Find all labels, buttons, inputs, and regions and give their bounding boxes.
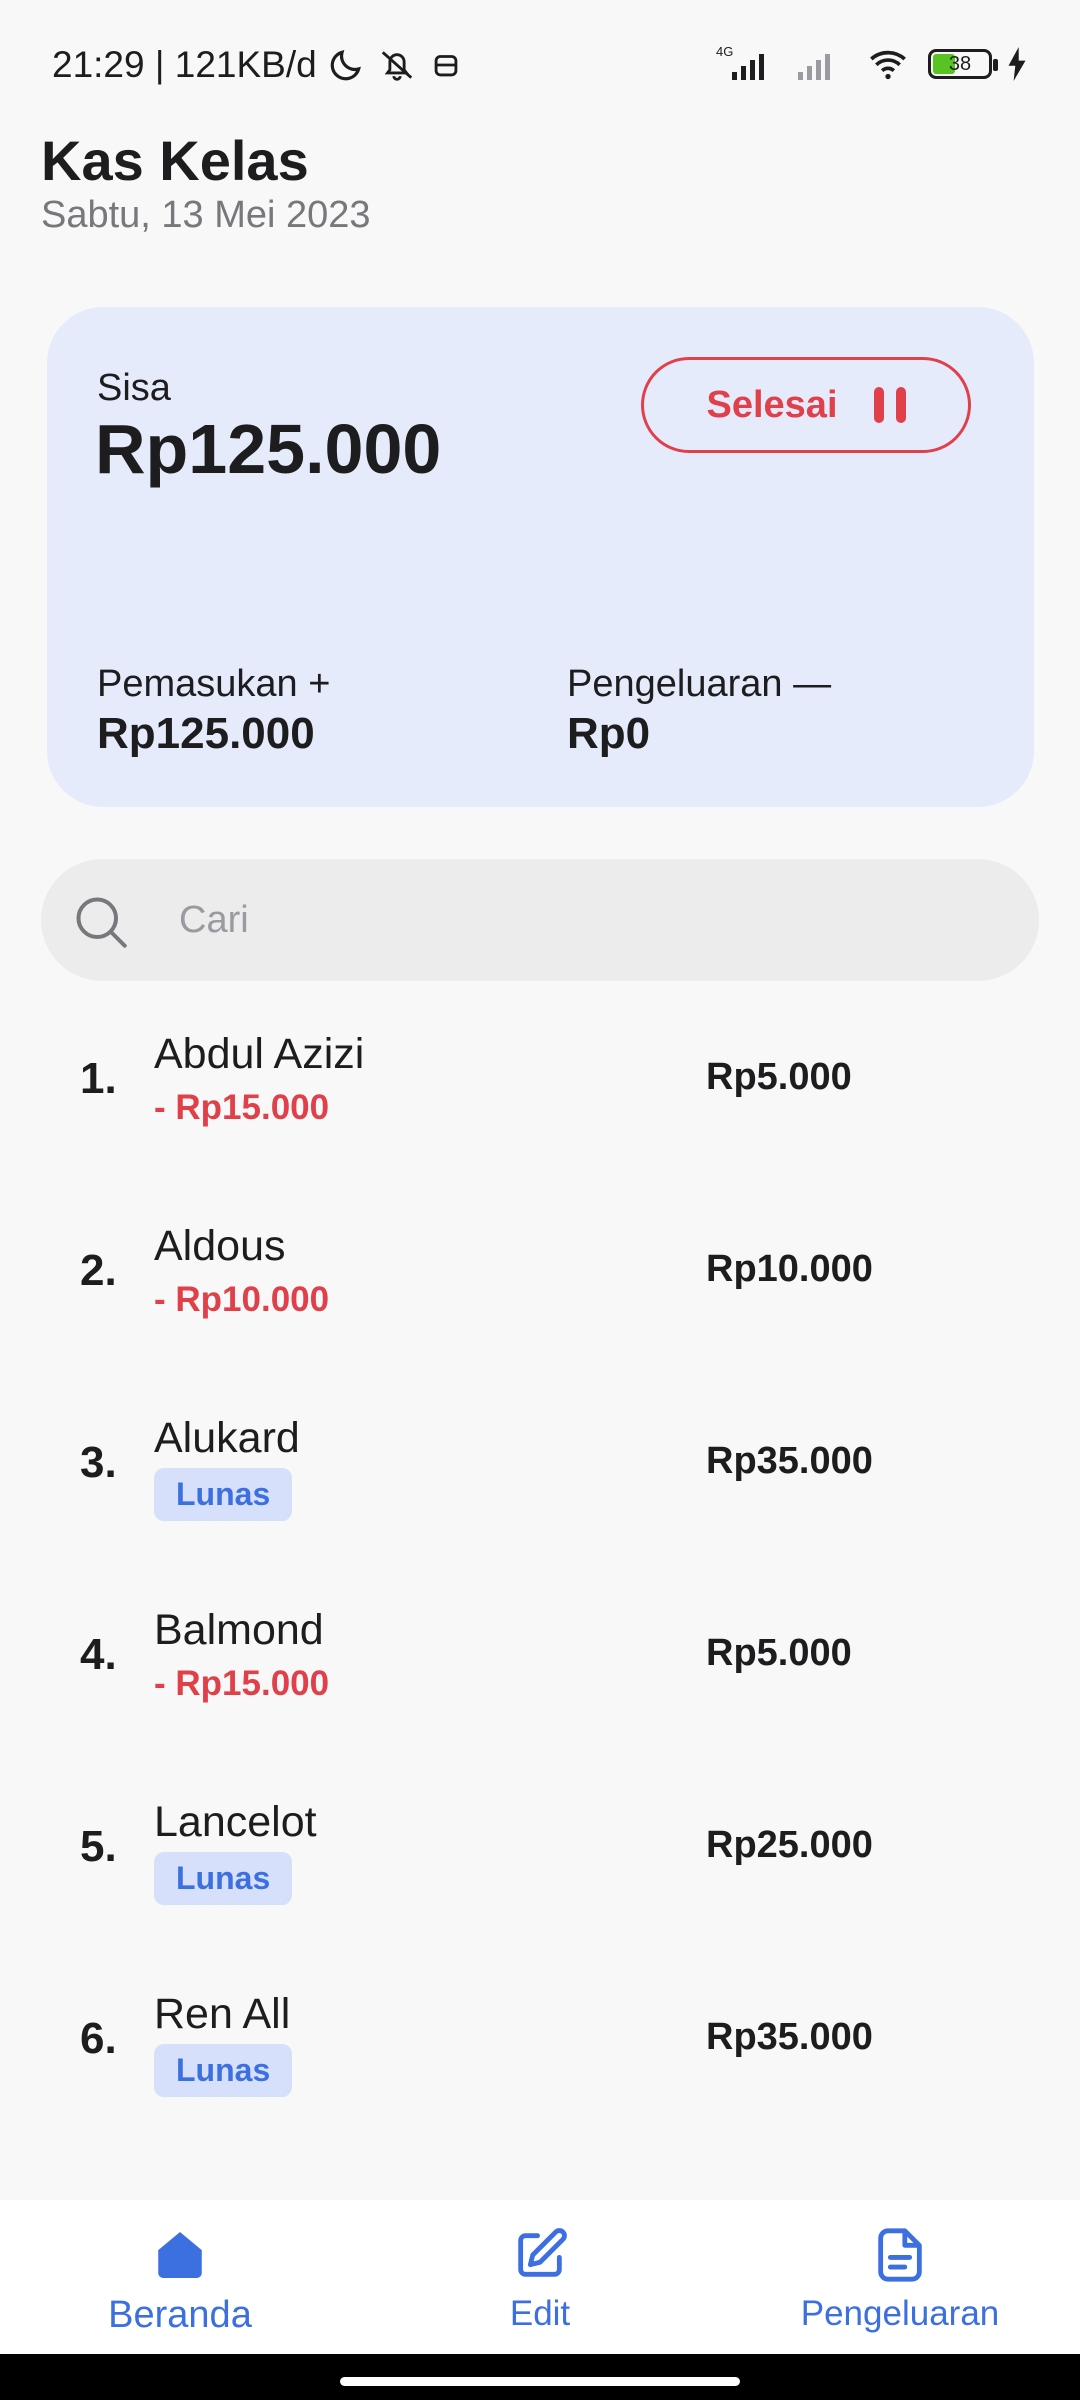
svg-text:4G: 4G: [716, 44, 733, 59]
member-list: 1. Abdul Azizi - Rp15.000 Rp5.000 2. Ald…: [0, 1010, 1080, 2200]
search-bar[interactable]: [41, 859, 1039, 981]
list-item-due: - Rp15.000: [154, 1664, 330, 1703]
wifi-icon: [870, 50, 906, 80]
home-gesture-bar[interactable]: [340, 2377, 740, 2386]
status-bar: 21:29 | 121KB/d 4G 38: [0, 0, 1080, 130]
list-item-name: Ren All: [154, 1990, 291, 2038]
expense-label: Pengeluaran —: [567, 663, 832, 705]
balance-card: Sisa Rp125.000 Selesai Pemasukan + Rp125…: [47, 307, 1034, 807]
list-item-paid: Rp25.000: [706, 1824, 873, 1866]
nav-item-edit-label: Edit: [509, 2294, 571, 2333]
paid-badge: Lunas: [154, 1852, 293, 1905]
cellular-4g-icon: 4G: [716, 44, 764, 80]
finish-button-label: Selesai: [706, 383, 838, 426]
cellular-2-icon: [798, 54, 830, 80]
status-right: 4G 38: [712, 44, 1028, 84]
list-item-paid: Rp35.000: [706, 1440, 873, 1482]
bottom-navigation: Beranda Edit Pengeluaran: [0, 2200, 1080, 2354]
list-item-number: 6.: [80, 2014, 117, 2063]
list-item-due: - Rp15.000: [154, 1088, 330, 1127]
moon-icon: [330, 50, 361, 81]
page-date: Sabtu, 13 Mei 2023: [41, 194, 371, 236]
document-icon: [878, 2228, 922, 2282]
status-left: 21:29 | 121KB/d: [52, 44, 463, 86]
status-time: 21:29 | 121KB/d: [52, 44, 317, 85]
list-item-number: 1.: [80, 1054, 117, 1103]
list-item-number: 2.: [80, 1246, 117, 1295]
list-item-name: Abdul Azizi: [154, 1030, 365, 1078]
app-screen: 21:29 | 121KB/d 4G 38 Kas Kelas Sabtu, 1…: [0, 0, 1080, 2400]
list-item-name: Alukard: [154, 1414, 300, 1462]
battery-icon: 38: [928, 49, 998, 79]
list-item-name: Balmond: [154, 1606, 324, 1654]
list-item-paid: Rp5.000: [706, 1632, 852, 1674]
income-value: Rp125.000: [97, 709, 315, 758]
balance-value: Rp125.000: [95, 410, 442, 488]
nav-item-home-label: Beranda: [108, 2294, 252, 2336]
list-item-due: - Rp10.000: [154, 1280, 330, 1319]
list-item-number: 5.: [80, 1822, 117, 1871]
nav-item-edit[interactable]: Edit: [360, 2200, 720, 2354]
expense-value: Rp0: [567, 709, 651, 758]
income-label: Pemasukan +: [97, 663, 331, 705]
list-item-number: 4.: [80, 1630, 117, 1679]
balance-label: Sisa: [97, 367, 171, 409]
list-item[interactable]: 5. Lancelot Lunas Rp25.000: [0, 1778, 1080, 1970]
list-item[interactable]: 2. Aldous - Rp10.000 Rp10.000: [0, 1202, 1080, 1394]
pause-icon: [873, 387, 906, 423]
finish-button[interactable]: Selesai: [641, 357, 971, 453]
nav-item-home[interactable]: Beranda: [0, 2200, 360, 2354]
list-item-paid: Rp5.000: [706, 1056, 852, 1098]
edit-icon: [518, 2228, 567, 2277]
list-item[interactable]: 1. Abdul Azizi - Rp15.000 Rp5.000: [0, 1010, 1080, 1202]
nav-item-expenses[interactable]: Pengeluaran: [720, 2200, 1080, 2354]
paid-badge: Lunas: [154, 2044, 293, 2097]
gesture-area: [0, 2354, 1080, 2400]
muted-bell-icon: [381, 51, 412, 81]
page-title: Kas Kelas: [41, 129, 309, 192]
charging-icon: [1008, 47, 1026, 81]
list-item-number: 3.: [80, 1438, 117, 1487]
list-item-name: Aldous: [154, 1222, 286, 1270]
list-item-paid: Rp35.000: [706, 2016, 873, 2058]
list-item-name: Lancelot: [154, 1798, 317, 1846]
list-item[interactable]: 6. Ren All Lunas Rp35.000: [0, 1970, 1080, 2162]
list-item[interactable]: 4. Balmond - Rp15.000 Rp5.000: [0, 1586, 1080, 1778]
paid-badge: Lunas: [154, 1468, 293, 1521]
search-icon: [76, 897, 127, 948]
robot-icon: [434, 55, 458, 77]
list-item[interactable]: 3. Alukard Lunas Rp35.000: [0, 1394, 1080, 1586]
list-item-paid: Rp10.000: [706, 1248, 873, 1290]
battery-level: 38: [948, 53, 972, 75]
search-input[interactable]: [179, 887, 999, 953]
home-icon: [158, 2232, 202, 2278]
nav-item-expenses-label: Pengeluaran: [800, 2294, 1000, 2333]
